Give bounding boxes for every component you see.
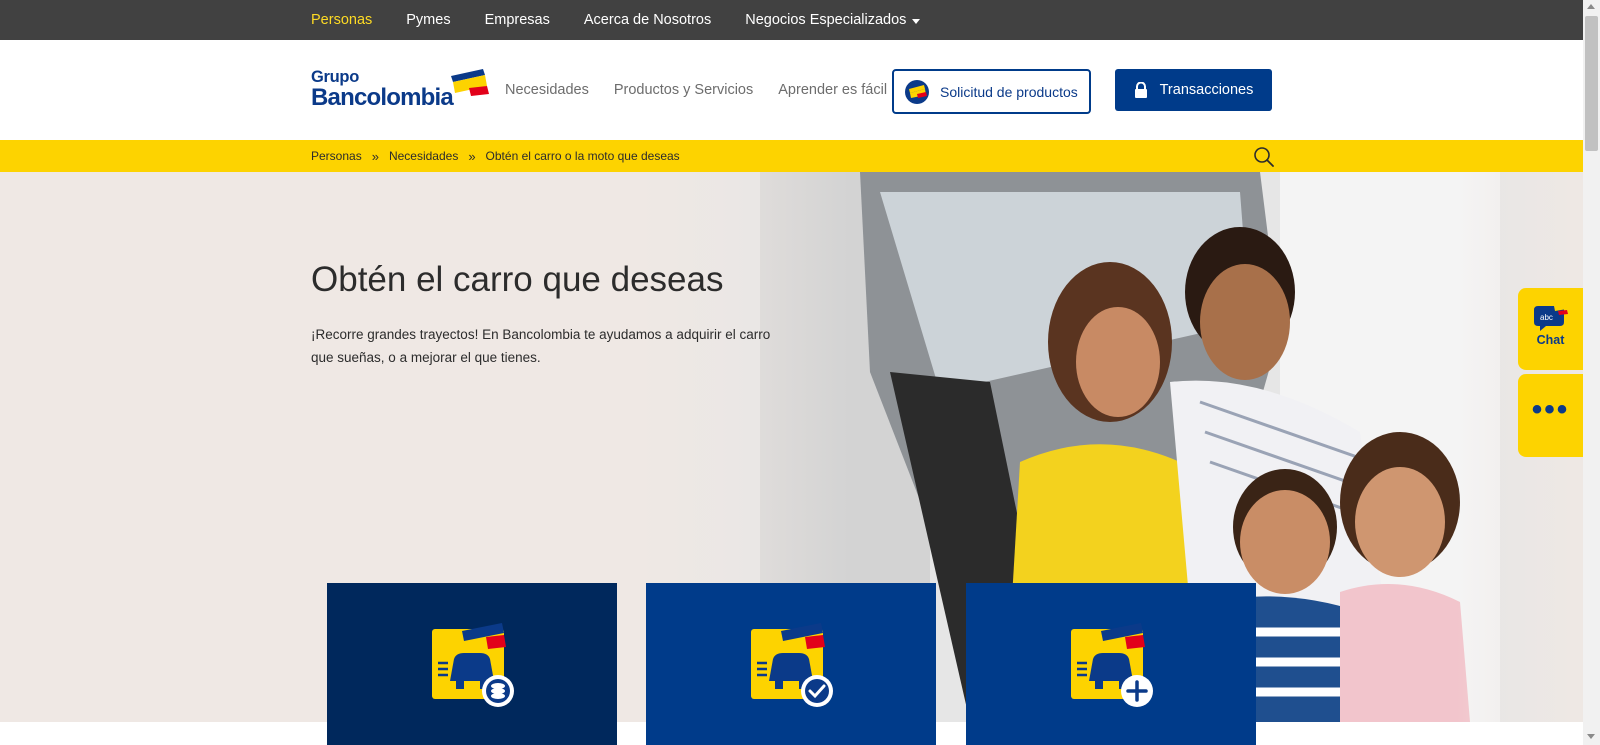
- breadcrumb-separator: »: [468, 148, 476, 164]
- bancolombia-logo[interactable]: Grupo Bancolombia: [311, 68, 489, 112]
- topnav-label: Personas: [311, 12, 373, 28]
- lock-icon: [1134, 82, 1147, 98]
- nav-productos-servicios[interactable]: Productos y Servicios: [614, 82, 753, 98]
- main-nav: Necesidades Productos y Servicios Aprend…: [505, 40, 887, 140]
- card-financiacion[interactable]: [327, 583, 617, 745]
- breadcrumb-item[interactable]: Necesidades: [389, 149, 458, 163]
- segment-nav: Personas Pymes Empresas Acerca de Nosotr…: [311, 0, 921, 40]
- topnav-empresas[interactable]: Empresas: [485, 12, 550, 28]
- more-options-widget[interactable]: •••: [1518, 374, 1583, 457]
- top-bar: Personas Pymes Empresas Acerca de Nosotr…: [0, 0, 1583, 40]
- breadcrumb-separator: »: [371, 148, 379, 164]
- bancolombia-chat-icon: [905, 79, 929, 104]
- car-plus-icon: [1071, 623, 1153, 707]
- solicitud-productos-button[interactable]: Solicitud de productos: [892, 69, 1091, 114]
- car-check-icon: [751, 623, 833, 707]
- topnav-label: Negocios Especializados: [745, 12, 907, 28]
- topnav-pymes[interactable]: Pymes: [406, 12, 450, 28]
- transacciones-label: Transacciones: [1159, 82, 1254, 98]
- transacciones-button[interactable]: Transacciones: [1115, 69, 1272, 111]
- solicitud-label: Solicitud de productos: [940, 83, 1078, 100]
- breadcrumb-item[interactable]: Personas: [311, 149, 362, 163]
- search-icon[interactable]: [1253, 146, 1275, 168]
- nav-aprender[interactable]: Aprender es fácil: [778, 82, 887, 98]
- topnav-label: Empresas: [484, 12, 550, 28]
- topnav-label: Pymes: [406, 12, 451, 28]
- bancolombia-mark-icon: [451, 69, 489, 96]
- topnav-acerca[interactable]: Acerca de Nosotros: [584, 12, 711, 28]
- topnav-negocios[interactable]: Negocios Especializados: [745, 12, 921, 28]
- topnav-personas[interactable]: Personas: [311, 12, 372, 28]
- hero-title: Obtén el carro que deseas: [311, 260, 724, 299]
- chat-widget[interactable]: abc Chat: [1518, 288, 1583, 370]
- chat-bubble-icon: abc: [1533, 304, 1568, 331]
- breadcrumb-item-current: Obtén el carro o la moto que deseas: [485, 149, 680, 163]
- caret-down-icon: [912, 18, 921, 24]
- page-scrollbar[interactable]: [1583, 0, 1600, 745]
- scroll-up-arrow-icon[interactable]: [1587, 4, 1595, 9]
- scroll-down-arrow-icon[interactable]: [1587, 734, 1595, 739]
- chat-badge-text: abc: [1540, 313, 1553, 322]
- card-mejora[interactable]: [966, 583, 1256, 745]
- hero-description: ¡Recorre grandes trayectos! En Bancolomb…: [311, 327, 771, 365]
- logo-line2: Bancolombia: [311, 84, 454, 111]
- car-coins-icon: [432, 623, 514, 707]
- site-header: Grupo Bancolombia Necesidades Productos …: [0, 40, 1583, 140]
- nav-necesidades[interactable]: Necesidades: [505, 82, 589, 98]
- card-aprobacion[interactable]: [646, 583, 936, 745]
- topnav-label: Acerca de Nosotros: [583, 12, 712, 28]
- chat-label: Chat: [1536, 333, 1565, 347]
- scrollbar-thumb[interactable]: [1585, 16, 1598, 151]
- page: Personas Pymes Empresas Acerca de Nosotr…: [0, 0, 1600, 745]
- breadcrumb-bar: Personas » Necesidades » Obtén el carro …: [0, 140, 1583, 172]
- breadcrumb: Personas » Necesidades » Obtén el carro …: [311, 140, 680, 172]
- more-dots-icon: •••: [1531, 392, 1570, 426]
